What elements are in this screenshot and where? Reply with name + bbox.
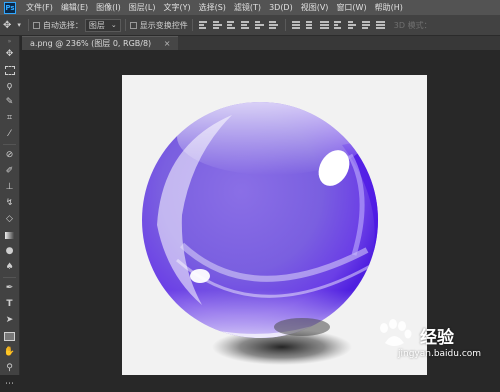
align-vcenter-icon[interactable]: [212, 20, 223, 30]
distribute-vcenter-icon[interactable]: [305, 20, 316, 30]
brush-icon[interactable]: ✐: [0, 163, 19, 179]
transform-controls-checkbox[interactable]: [129, 21, 137, 29]
panel-collapse-icon[interactable]: »: [0, 36, 19, 46]
eraser-icon[interactable]: ◇: [0, 211, 19, 227]
divider: [284, 19, 286, 31]
document-tab[interactable]: a.png @ 236% (图层 0, RGB/8) ×: [22, 36, 179, 50]
lasso-icon[interactable]: ϙ: [0, 78, 19, 94]
document-tab-bar: a.png @ 236% (图层 0, RGB/8) ×: [22, 36, 500, 50]
pen-icon[interactable]: ✒: [0, 280, 19, 296]
close-icon[interactable]: ×: [164, 39, 171, 48]
divider: [3, 144, 16, 145]
menu-file[interactable]: 文件(F): [22, 0, 57, 15]
gradient-icon[interactable]: [0, 227, 19, 243]
distribute-hcenter-icon[interactable]: [347, 20, 358, 30]
menu-help[interactable]: 帮助(H): [371, 0, 407, 15]
menu-window[interactable]: 窗口(W): [332, 0, 370, 15]
options-bar: ✥ ▾ 自动选择： 图层 ⌄ 显示变换控件 3D 模式：: [0, 15, 500, 36]
align-hcenter-icon[interactable]: [254, 20, 265, 30]
transform-controls-label: 显示变换控件: [139, 20, 188, 30]
move-icon[interactable]: ✥: [0, 46, 19, 62]
chevron-down-icon: ⌄: [110, 20, 117, 29]
document-tab-title: a.png @ 236% (图层 0, RGB/8): [30, 39, 152, 48]
tools-panel: » ✥ ϙ ✎ ⌗ ⁄ ⊘ ✐ ⊥ ↯ ◇ ● ♠ ✒ T ➤ ✋ ⚲ ⋯: [0, 36, 20, 389]
distribute-left-icon[interactable]: [333, 20, 344, 30]
dodge-icon[interactable]: ♠: [0, 259, 19, 275]
crop-icon[interactable]: ⌗: [0, 110, 19, 126]
move-tool-icon[interactable]: ✥: [0, 20, 14, 31]
auto-select-value: 图层: [88, 20, 105, 30]
hand-icon[interactable]: ✋: [0, 344, 19, 360]
distribute-right-icon[interactable]: [361, 20, 372, 30]
menu-select[interactable]: 选择(S): [195, 0, 230, 15]
divider: [3, 277, 16, 278]
path-select-icon[interactable]: ➤: [0, 312, 19, 328]
shape-icon[interactable]: [0, 328, 19, 344]
photoshop-logo: Ps: [4, 1, 16, 14]
marquee-icon[interactable]: [0, 62, 19, 78]
auto-align-icon[interactable]: [375, 20, 386, 30]
more-tools-icon[interactable]: ⋯: [0, 376, 19, 392]
auto-select-label: 自动选择：: [42, 20, 83, 30]
watermark: 经验 jingyan.baidu.com: [372, 319, 481, 367]
zoom-icon[interactable]: ⚲: [0, 360, 19, 376]
specular-highlight-small: [190, 269, 210, 283]
healing-icon[interactable]: ⊘: [0, 147, 19, 163]
history-brush-icon[interactable]: ↯: [0, 195, 19, 211]
quick-select-icon[interactable]: ✎: [0, 94, 19, 110]
divider: [124, 19, 126, 31]
align-top-icon[interactable]: [198, 20, 209, 30]
menu-filter[interactable]: 滤镜(T): [230, 0, 265, 15]
chevron-down-icon[interactable]: ▾: [14, 21, 24, 29]
blur-icon[interactable]: ●: [0, 243, 19, 259]
watermark-url: jingyan.baidu.com: [398, 349, 482, 359]
menu-edit[interactable]: 编辑(E): [57, 0, 92, 15]
distribute-top-icon[interactable]: [291, 20, 302, 30]
menu-layer[interactable]: 图层(L): [125, 0, 160, 15]
auto-select-checkbox[interactable]: [32, 21, 40, 29]
menu-3d[interactable]: 3D(D): [265, 0, 297, 15]
divider: [27, 19, 29, 31]
type-icon[interactable]: T: [0, 296, 19, 312]
workspace: 经验 jingyan.baidu.com: [20, 50, 500, 375]
auto-select-dropdown[interactable]: 图层 ⌄: [84, 18, 121, 32]
menu-image[interactable]: 图像(I): [92, 0, 125, 15]
align-bottom-icon[interactable]: [226, 20, 237, 30]
distribute-bottom-icon[interactable]: [319, 20, 330, 30]
3d-mode-label: 3D 模式：: [393, 20, 432, 30]
eyedropper-icon[interactable]: ⁄: [0, 126, 19, 142]
menu-type[interactable]: 文字(Y): [159, 0, 194, 15]
menu-view[interactable]: 视图(V): [297, 0, 333, 15]
stamp-icon[interactable]: ⊥: [0, 179, 19, 195]
menu-bar: Ps 文件(F) 编辑(E) 图像(I) 图层(L) 文字(Y) 选择(S) 滤…: [0, 0, 500, 15]
align-right-icon[interactable]: [268, 20, 279, 30]
watermark-brand: 经验: [420, 328, 454, 348]
divider: [191, 19, 193, 31]
align-left-icon[interactable]: [240, 20, 251, 30]
baidu-paw-icon: [380, 319, 412, 346]
